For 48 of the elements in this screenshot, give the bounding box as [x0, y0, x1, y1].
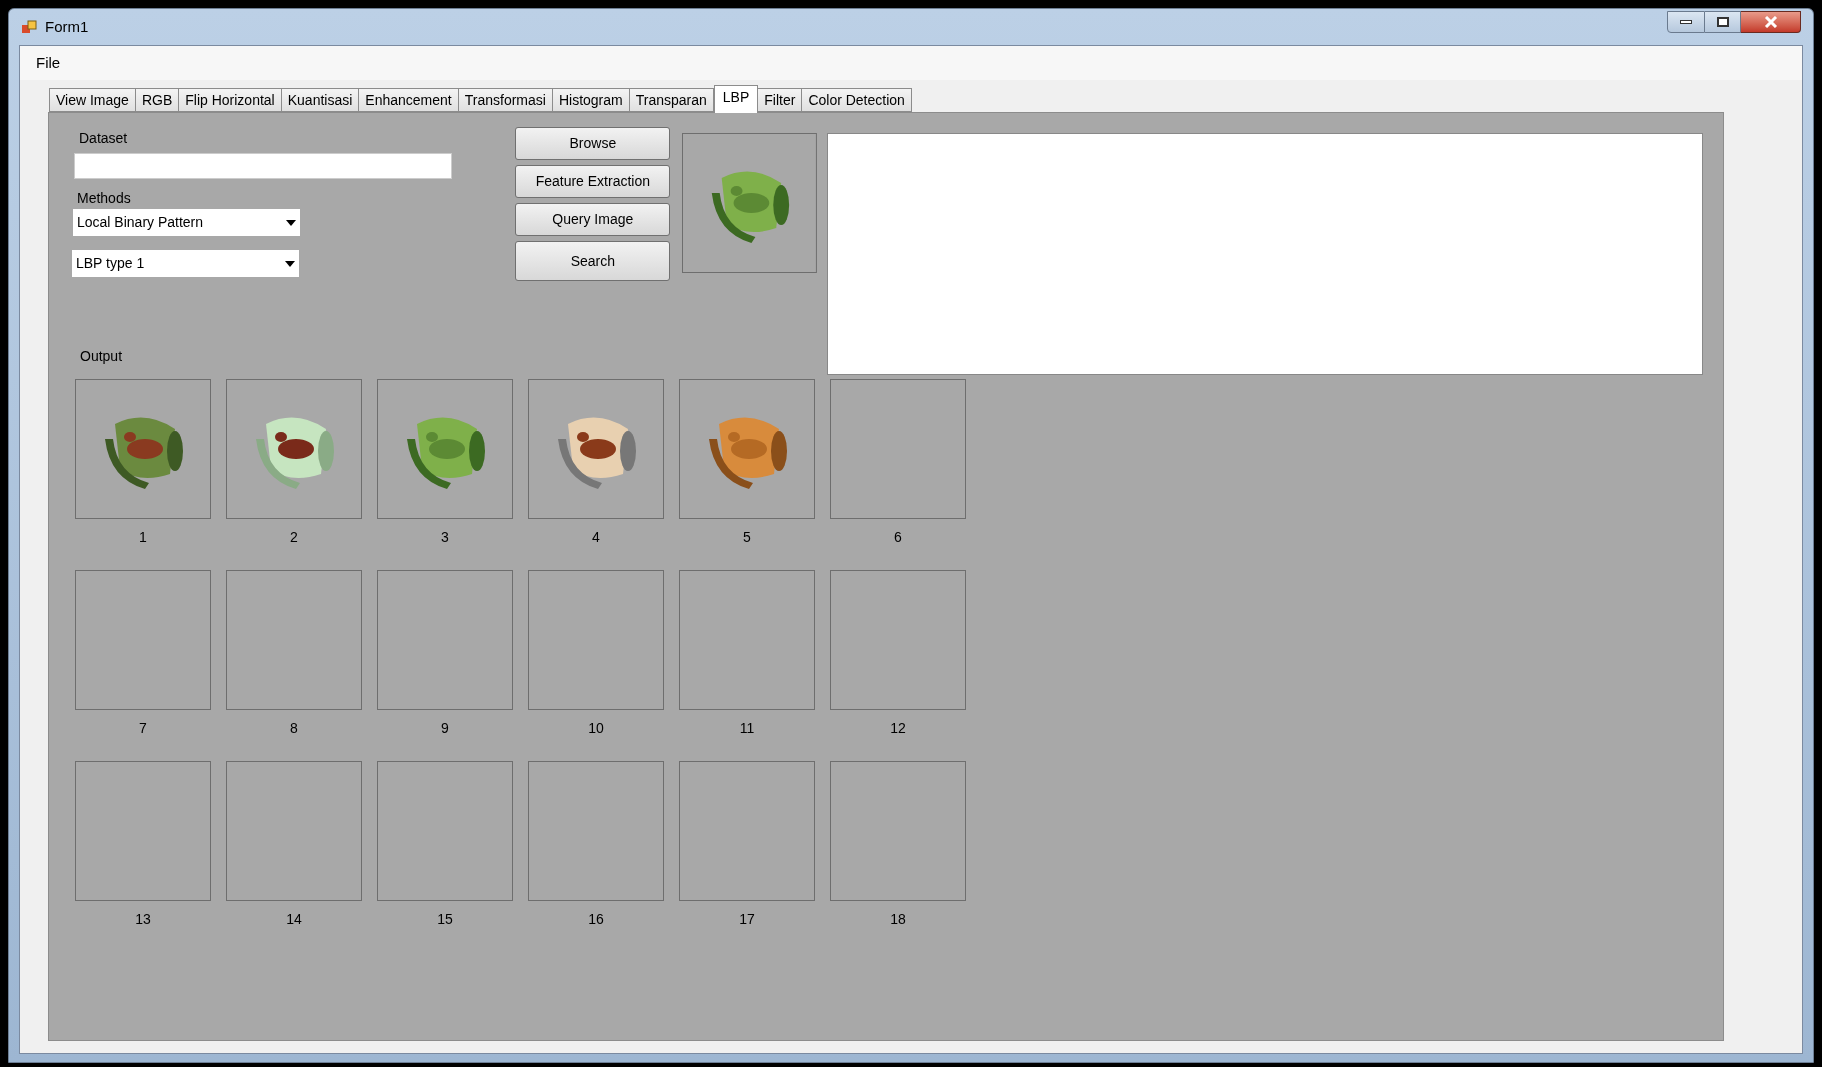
image-number: 7 [139, 719, 147, 738]
output-label: Output [80, 347, 124, 365]
image-number: 16 [588, 910, 604, 929]
image-number: 11 [739, 719, 755, 738]
app-icon [21, 19, 37, 35]
close-button[interactable] [1741, 11, 1801, 33]
image-number: 6 [894, 528, 902, 547]
tab[interactable]: Kuantisasi [280, 88, 360, 112]
image-number: 17 [739, 910, 755, 929]
tab[interactable]: Transformasi [457, 88, 553, 112]
image-number: 5 [743, 528, 751, 547]
methods-label: Methods [77, 189, 132, 207]
tab[interactable]: Color Detection [801, 88, 912, 112]
minimize-button[interactable] [1667, 11, 1705, 33]
button[interactable]: Query Image [515, 203, 671, 236]
method-dropdown[interactable]: Local Binary Pattern [73, 209, 300, 236]
image-number: 4 [592, 528, 600, 547]
window-title: Form1 [45, 16, 89, 37]
image-number: 13 [135, 910, 151, 929]
image-number: 9 [441, 719, 449, 738]
image-number: 14 [286, 910, 302, 929]
tab[interactable]: View Image [49, 88, 136, 112]
button[interactable]: Browse [515, 127, 671, 160]
maximize-button[interactable] [1705, 11, 1741, 33]
tab[interactable]: Enhancement [358, 88, 459, 112]
caret-icon [285, 260, 295, 267]
button[interactable]: Feature Extraction [515, 165, 671, 198]
dataset-field[interactable] [74, 153, 452, 179]
button[interactable]: Search [515, 241, 671, 281]
image-number: 12 [890, 719, 906, 738]
tab[interactable]: Filter [757, 88, 803, 112]
image-number: 1 [139, 528, 147, 547]
image-number: 8 [290, 719, 298, 738]
close-icon [1763, 16, 1778, 28]
image-number: 18 [890, 910, 906, 929]
dataset-label: Dataset [79, 129, 129, 147]
tab[interactable]: Histogram [551, 88, 630, 112]
caret-icon [286, 219, 296, 226]
tab[interactable]: RGB [134, 88, 180, 112]
menu-item[interactable]: File [36, 51, 61, 75]
tab[interactable]: Flip Horizontal [178, 88, 282, 112]
image-number: 10 [588, 719, 604, 738]
lbp-type-dropdown[interactable]: LBP type 1 [72, 250, 299, 277]
image-number: 3 [441, 528, 449, 547]
tab[interactable]: Transparan [628, 88, 714, 112]
image-number: 2 [290, 528, 298, 547]
image-number: 15 [437, 910, 453, 929]
tab[interactable]: LBP [713, 85, 759, 113]
